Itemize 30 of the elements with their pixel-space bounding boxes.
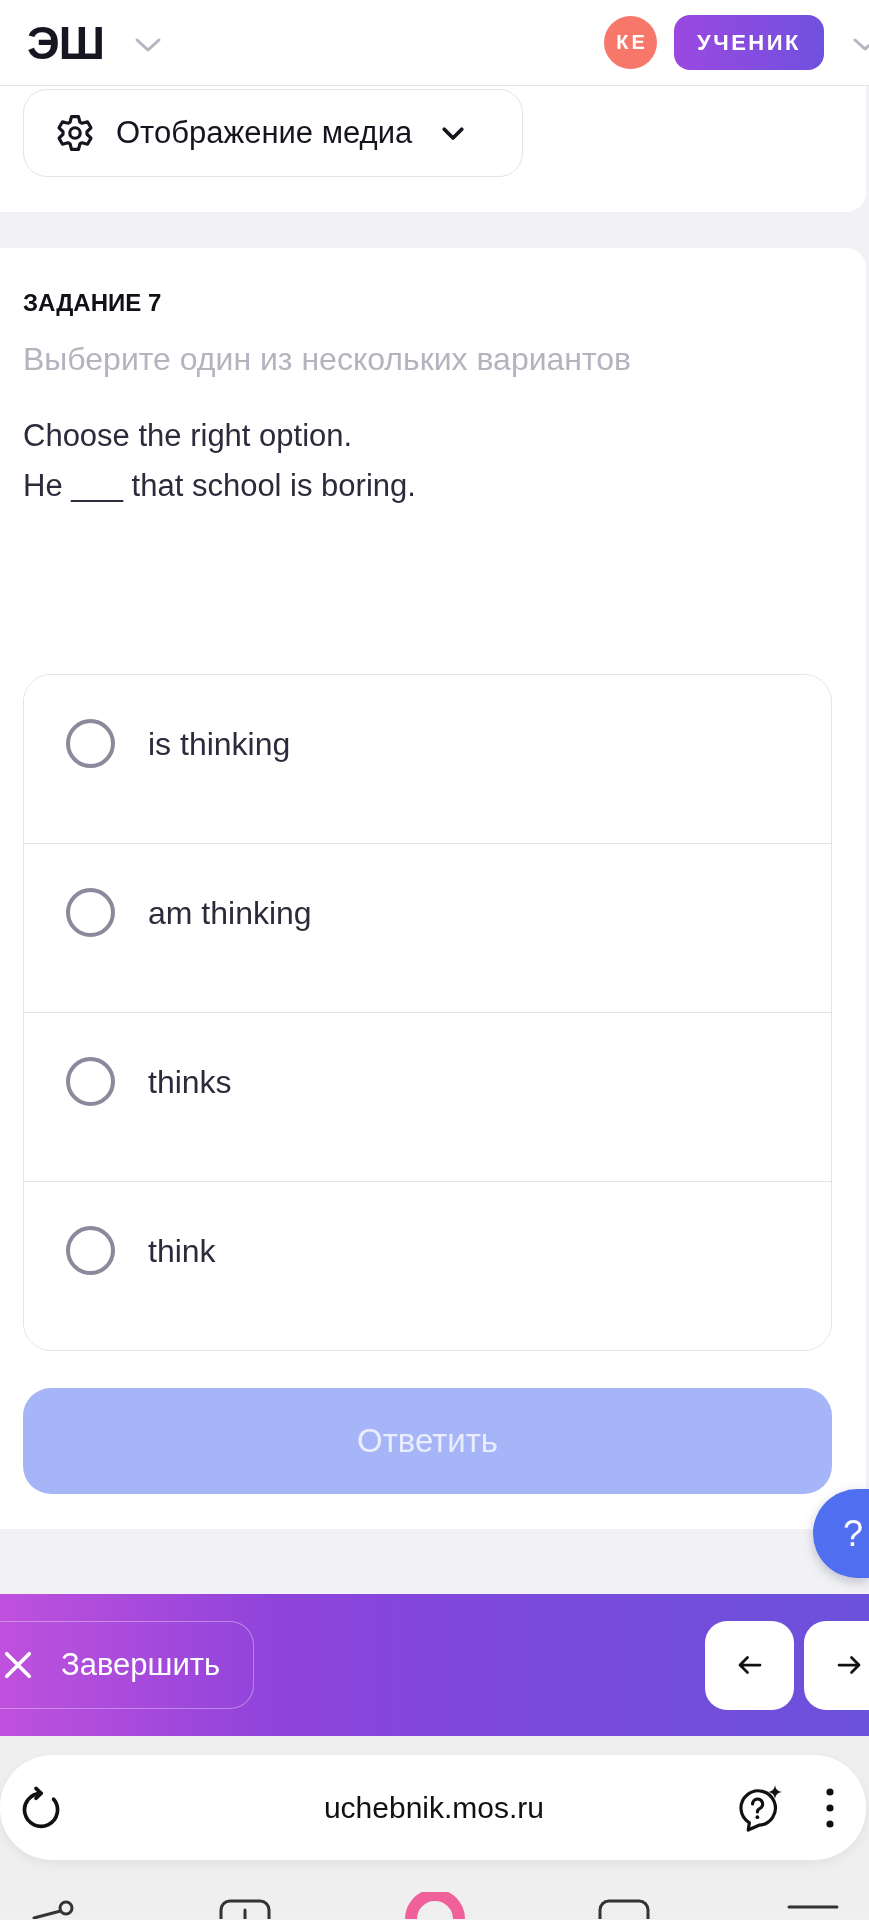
option-label: am thinking [148, 894, 312, 933]
radio-button[interactable] [66, 719, 115, 768]
answer-option[interactable]: think [24, 1181, 831, 1350]
finish-button[interactable]: Завершить [0, 1621, 254, 1709]
next-button[interactable] [804, 1620, 869, 1710]
tabs-icon[interactable] [598, 1899, 650, 1919]
role-badge[interactable]: УЧЕНИК [674, 15, 824, 70]
more-icon[interactable] [826, 1787, 834, 1828]
media-settings-button[interactable]: Отображение медиа [23, 89, 523, 177]
radio-button[interactable] [66, 888, 115, 937]
question-text: Choose the right option. [23, 417, 354, 455]
radio-button[interactable] [66, 1057, 115, 1106]
option-label: is thinking [148, 725, 291, 764]
media-settings-label: Отображение медиа [116, 115, 413, 151]
menu-icon[interactable] [787, 1904, 839, 1910]
gear-icon [56, 114, 94, 152]
help-button[interactable]: ? [813, 1489, 869, 1578]
arch-icon[interactable] [404, 1892, 466, 1919]
task-title: ЗАДАНИЕ 7 [23, 288, 163, 318]
previous-button[interactable] [705, 1620, 794, 1710]
task-instruction: Выберите один из нескольких вариантов [23, 340, 633, 379]
option-label: think [148, 1232, 216, 1271]
square-icon[interactable] [219, 1899, 271, 1919]
address-bar[interactable]: uchebnik.mos.ru [0, 1755, 866, 1860]
logo[interactable]: ЭШ [27, 19, 104, 66]
option-label: thinks [148, 1063, 232, 1102]
radio-button[interactable] [66, 1226, 115, 1275]
close-icon [3, 1650, 33, 1680]
url-text[interactable]: uchebnik.mos.ru [63, 1790, 735, 1825]
question-text: He ___ that school is boring. [23, 467, 417, 505]
